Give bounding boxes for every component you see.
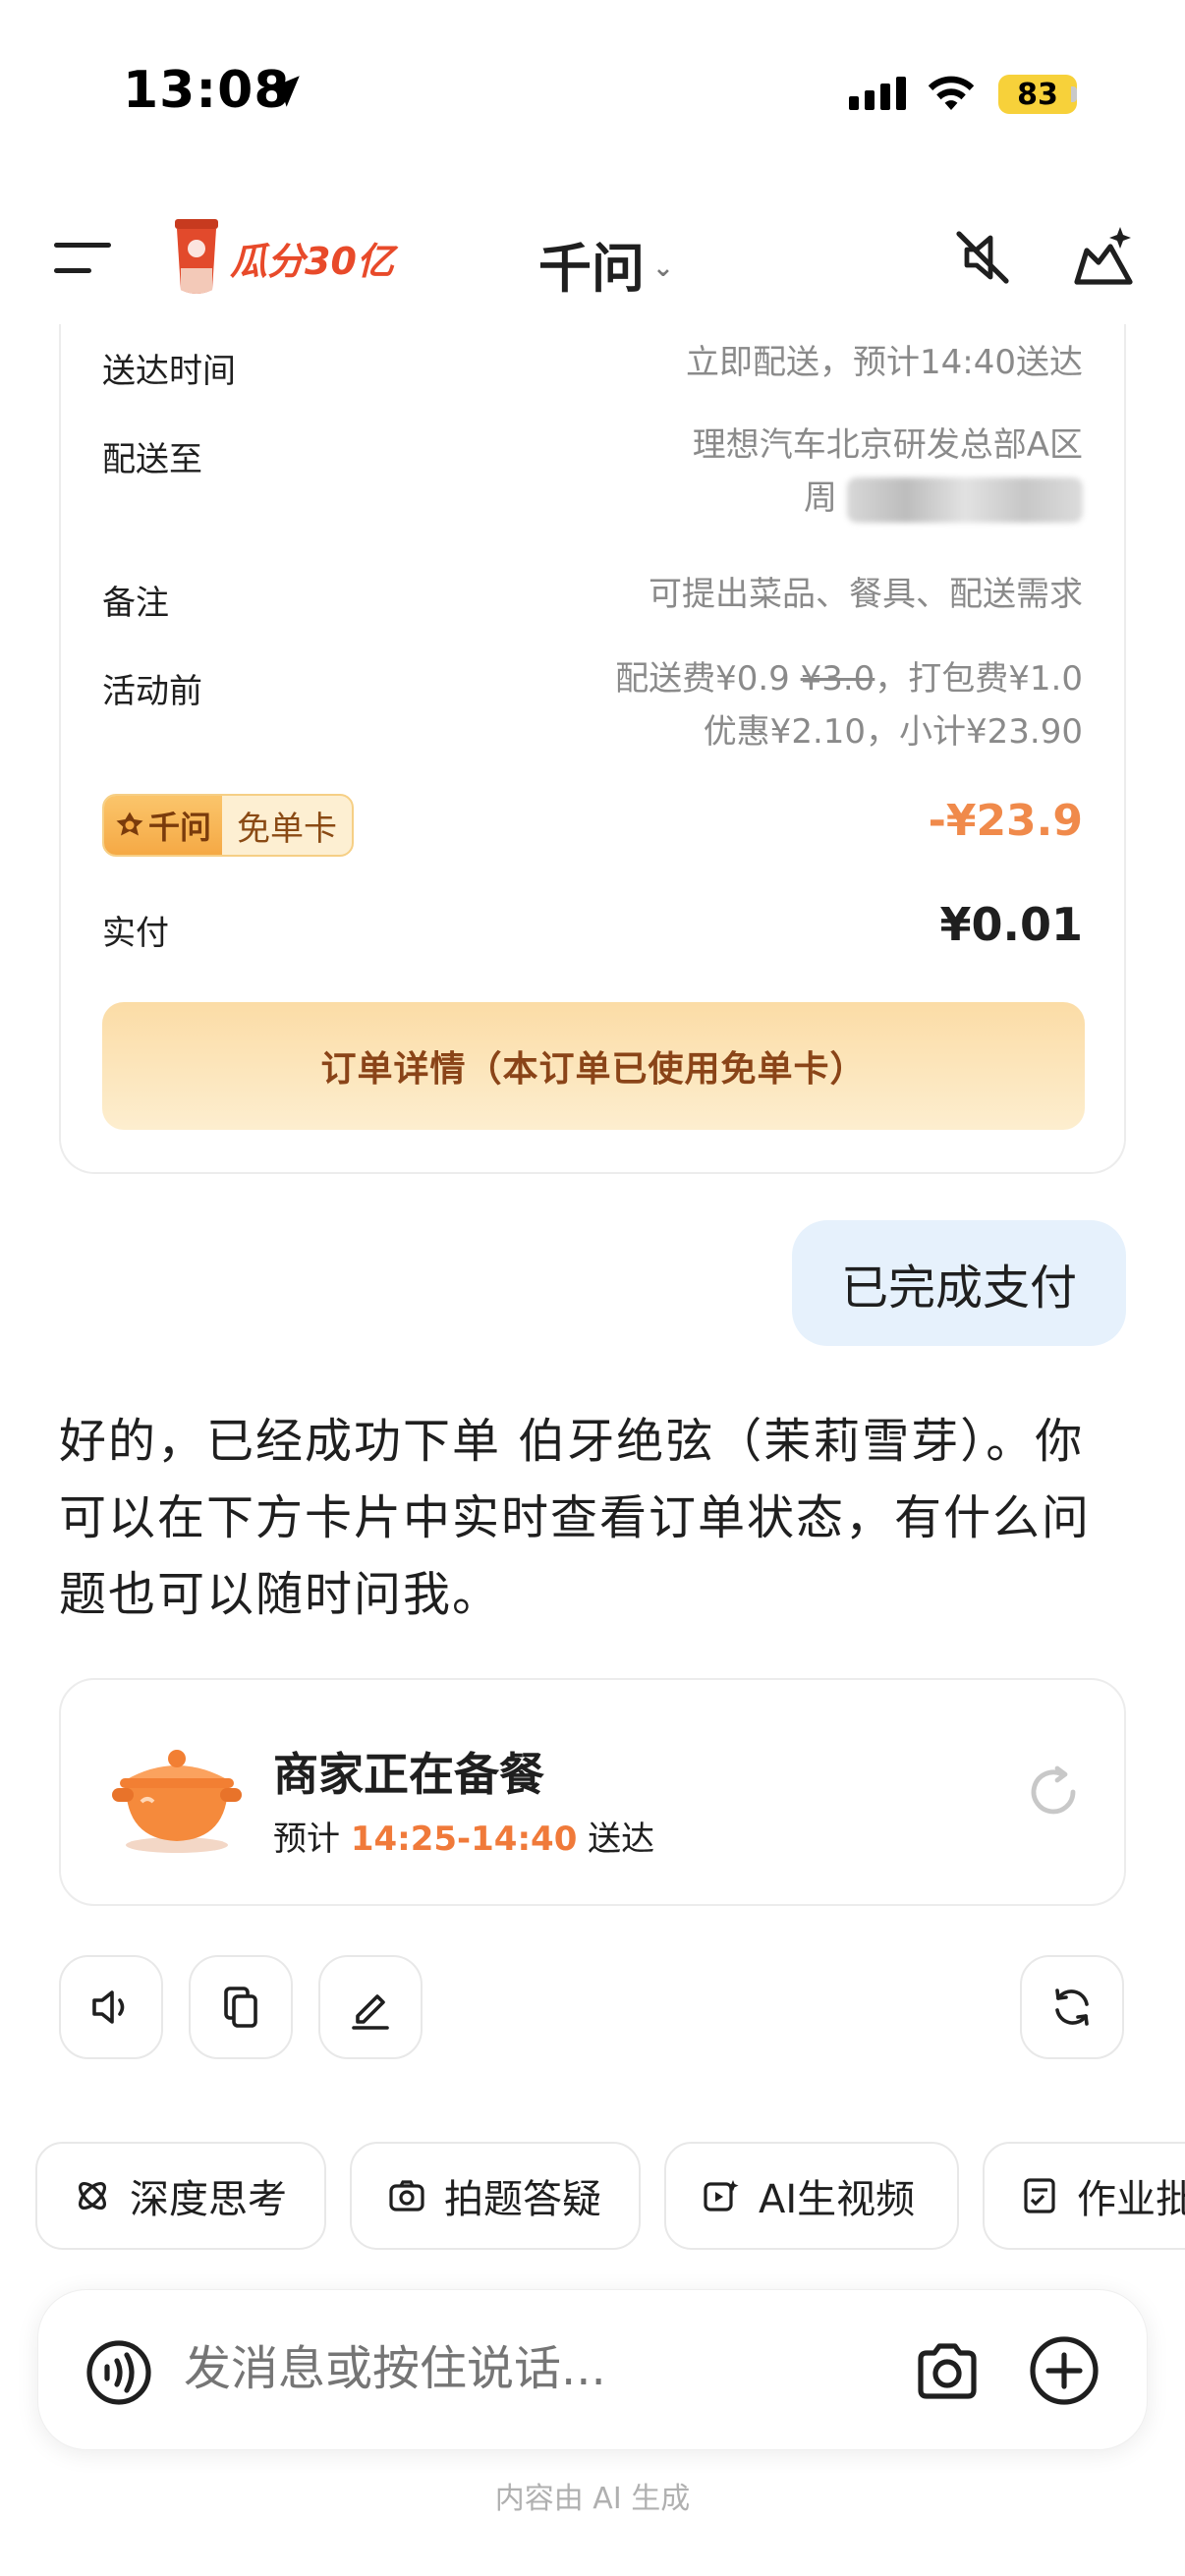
app-header: 瓜分30亿 千问 ⌄ [0, 201, 1185, 319]
delivery-time-label: 送达时间 [102, 352, 236, 391]
tea-cup-icon [175, 219, 218, 294]
message-input[interactable] [184, 2341, 911, 2396]
battery-indicator: 83 [998, 75, 1077, 114]
deliver-to-row: 配送至 理想汽车北京研发总部A区 周 [102, 425, 1083, 540]
paid-label: 实付 [102, 914, 169, 953]
read-aloud-button[interactable] [59, 1955, 163, 2059]
discount-amount: -¥23.9 [928, 796, 1083, 846]
order-eta: 预计 14:25-14:40 送达 [273, 1812, 654, 1860]
eta-suffix: 送达 [577, 1820, 655, 1859]
badge-text: 免单卡 [237, 809, 337, 849]
badge-brand-text: 千问 [147, 809, 211, 846]
promo-banner[interactable]: 瓜分30亿 [173, 219, 394, 296]
free-order-card-badge: 千问 免单卡 [102, 794, 354, 857]
fee-suffix: ，打包费¥1.0 [875, 659, 1083, 699]
ai-generated-disclaimer: 内容由 AI 生成 [494, 2482, 691, 2516]
fee-prefix: 配送费¥0.9 [615, 659, 790, 699]
deliver-to-label: 配送至 [102, 440, 202, 479]
chip-label: AI生视频 [759, 2177, 916, 2222]
plus-circle-icon[interactable] [1029, 2335, 1100, 2406]
battery-tip [1071, 86, 1077, 102]
homework-icon [1024, 2178, 1055, 2213]
badge-brand: 千问 [104, 796, 222, 855]
deliver-to-address: 理想汽车北京研发总部A区 周 [693, 419, 1083, 525]
address-line-1: 理想汽车北京研发总部A区 [692, 425, 1083, 465]
camera-question-icon [389, 2180, 424, 2212]
address-line-2: 周 [693, 472, 1083, 525]
pencil-icon [352, 1994, 389, 2030]
chevron-down-icon: ⌄ [652, 252, 674, 283]
user-message-bubble: 已完成支付 [792, 1220, 1126, 1346]
copy-icon [224, 1987, 257, 2028]
speaker-mute-icon[interactable] [951, 226, 1014, 289]
new-chat-sparkle-icon[interactable] [1069, 223, 1138, 292]
order-summary-card: 送达时间 立即配送，预计14:40送达 配送至 理想汽车北京研发总部A区 周 备… [59, 324, 1126, 1174]
fee-breakdown: 配送费¥0.9 ¥3.0，打包费¥1.0 优惠¥2.10，小计¥23.90 [615, 652, 1083, 758]
eta-time: 14:25-14:40 [350, 1820, 578, 1859]
location-arrow-icon [268, 76, 300, 107]
deep-think-icon [78, 2181, 107, 2211]
promo-text: 瓜分30亿 [230, 239, 394, 283]
app-title-text: 千问 [538, 238, 645, 300]
camera-icon[interactable] [913, 2337, 982, 2406]
chip-label: 作业批 [1077, 2177, 1185, 2222]
menu-icon[interactable] [54, 239, 113, 278]
note-label: 备注 [102, 584, 169, 623]
chip-deep-think[interactable]: 深度思考 [35, 2142, 326, 2250]
refresh-icon [1055, 1988, 1089, 2026]
voice-input-icon[interactable] [85, 2339, 152, 2406]
delivery-time-value: 立即配送，预计14:40送达 [686, 343, 1083, 382]
message-input-bar [37, 2289, 1148, 2450]
promo-row: 活动前 配送费¥0.9 ¥3.0，打包费¥1.0 优惠¥2.10，小计¥23.9… [102, 659, 1083, 772]
order-status-card[interactable]: 商家正在备餐 预计 14:25-14:40 送达 [59, 1678, 1126, 1906]
order-status-title: 商家正在备餐 [273, 1748, 544, 1801]
redacted-address [847, 476, 1083, 523]
edit-button[interactable] [318, 1955, 423, 2059]
wifi-icon [928, 76, 975, 110]
chip-homework[interactable]: 作业批 [983, 2142, 1185, 2250]
cooking-pot-icon [112, 1750, 242, 1853]
copy-button[interactable] [189, 1955, 293, 2059]
regenerate-button[interactable] [1020, 1955, 1124, 2059]
promo-label: 活动前 [102, 672, 202, 711]
cellular-signal-icon [849, 77, 906, 110]
delivery-time-row: 送达时间 立即配送，预计14:40送达 [102, 343, 1083, 397]
loading-spinner-icon [1031, 1765, 1076, 1815]
note-value[interactable]: 可提出菜品、餐具、配送需求 [649, 568, 1083, 621]
note-row[interactable]: 备注 可提出菜品、餐具、配送需求 [102, 575, 1083, 629]
ai-message-text: 好的，已经成功下单 伯牙绝弦（茉莉雪芽）。你可以在下方卡片中实时查看订单状态，有… [59, 1414, 1092, 1622]
chip-ai-video[interactable]: AI生视频 [664, 2142, 959, 2250]
chip-label: 深度思考 [130, 2177, 287, 2222]
paid-value: ¥0.01 [939, 898, 1083, 951]
address-line-2-text: 周 [804, 478, 837, 518]
order-detail-button[interactable]: 订单详情（本订单已使用免单卡） [102, 1002, 1085, 1130]
video-icon [704, 2180, 739, 2212]
discount-line: 优惠¥2.10，小计¥23.90 [703, 712, 1083, 752]
model-selector[interactable]: 千问 ⌄ [538, 225, 674, 303]
chip-label: 拍题答疑 [444, 2177, 601, 2222]
fee-original: ¥3.0 [800, 659, 875, 699]
fee-line: 配送费¥0.9 ¥3.0，打包费¥1.0 [615, 652, 1083, 705]
speaker-icon [92, 1990, 125, 2024]
eta-prefix: 预计 [273, 1820, 351, 1859]
chip-photo-question[interactable]: 拍题答疑 [350, 2142, 641, 2250]
qianwen-logo-icon [116, 812, 143, 836]
status-bar: 13:08 83 [0, 0, 1185, 187]
